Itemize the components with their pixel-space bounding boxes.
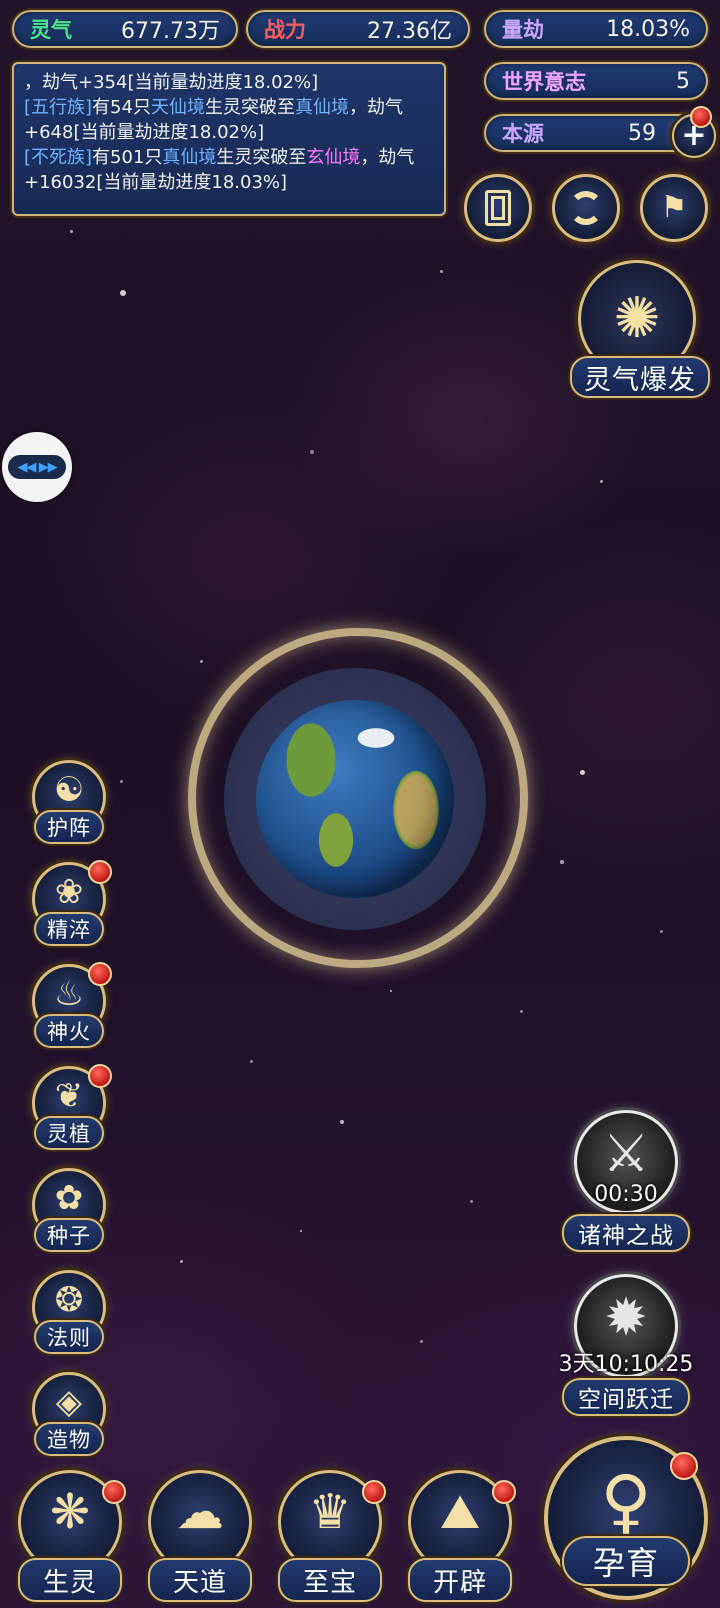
space-jump-button[interactable]: ✹ 3天10:10:25 空间跃迁 bbox=[556, 1274, 696, 1416]
notification-dot bbox=[102, 1480, 126, 1504]
notification-dot bbox=[88, 1064, 112, 1088]
bottom-creatures[interactable]: ❋ 生灵 bbox=[10, 1470, 128, 1608]
bottom-creatures-label: 生灵 bbox=[18, 1558, 122, 1602]
stat-lingqi[interactable]: 灵气 677.73万 bbox=[12, 10, 238, 48]
flag-button[interactable]: ⚑ bbox=[640, 174, 708, 242]
notification-dot bbox=[492, 1480, 516, 1504]
notification-dot bbox=[88, 962, 112, 986]
nurture-button[interactable]: ♀ 孕育 bbox=[540, 1436, 712, 1608]
menu-law[interactable]: ❂ 法则 bbox=[26, 1270, 112, 1366]
yin-yang-icon: ☯ bbox=[53, 770, 85, 810]
bottom-heaven-dao-label: 天道 bbox=[148, 1558, 252, 1602]
notification-dot bbox=[88, 860, 112, 884]
sword-icon: ⚔ bbox=[602, 1124, 650, 1184]
bottom-develop-label: 开辟 bbox=[408, 1558, 512, 1602]
menu-formation-label: 护阵 bbox=[34, 810, 104, 844]
stat-zhanli-value: 27.36亿 bbox=[367, 19, 452, 44]
treasure-icon: ♛ bbox=[308, 1484, 352, 1540]
flower-icon: ✿ bbox=[54, 1178, 84, 1218]
law-mask-icon: ❂ bbox=[54, 1280, 84, 1320]
event-log: ，劫气+354[当前量劫进度18.02%] [五行族]有54只天仙境生灵突破至真… bbox=[12, 62, 446, 216]
cloud-swirl-icon: ☁ bbox=[176, 1484, 224, 1540]
menu-formation[interactable]: ☯ 护阵 bbox=[26, 760, 112, 856]
vortex-button[interactable] bbox=[552, 174, 620, 242]
spirit-burst-label: 灵气爆发 bbox=[570, 356, 710, 398]
menu-divine-fire[interactable]: ♨ 神火 bbox=[26, 962, 112, 1060]
stat-world-will-value: 5 bbox=[676, 68, 690, 94]
bottom-develop[interactable]: ⛰ 开辟 bbox=[400, 1470, 518, 1608]
notification-dot bbox=[670, 1452, 698, 1480]
stat-lingqi-label: 灵气 bbox=[30, 18, 72, 42]
screen-record-button[interactable]: ◀◀ ▶▶ bbox=[2, 432, 72, 502]
bottom-heaven-dao[interactable]: ☁ 天道 bbox=[140, 1470, 258, 1608]
gods-war-timer: 00:30 bbox=[594, 1182, 658, 1207]
menu-spirit-plant[interactable]: ❦ 灵植 bbox=[26, 1064, 112, 1162]
notification-dot bbox=[362, 1480, 386, 1504]
stat-world-will[interactable]: 世界意志 5 bbox=[484, 62, 708, 100]
vortex-icon bbox=[569, 191, 603, 225]
plant-icon: ❦ bbox=[54, 1076, 84, 1116]
log-entry: [不死族]有501只真仙境生灵突破至玄仙境，劫气+16032[当前量劫进度18.… bbox=[24, 147, 415, 193]
menu-seed-label: 种子 bbox=[34, 1218, 104, 1252]
earth-globe bbox=[256, 700, 454, 898]
stat-liangjie[interactable]: 量劫 18.03% bbox=[484, 10, 708, 48]
stat-liangjie-value: 18.03% bbox=[606, 16, 690, 42]
flame-icon: ♨ bbox=[53, 974, 85, 1014]
menu-seed[interactable]: ✿ 种子 bbox=[26, 1168, 112, 1264]
burst-star-icon: ✺ bbox=[613, 286, 661, 351]
mountain-icon: ⛰ bbox=[439, 1484, 481, 1540]
gods-war-label: 诸神之战 bbox=[562, 1214, 690, 1252]
menu-refine[interactable]: ❀ 精淬 bbox=[26, 860, 112, 958]
menu-law-label: 法则 bbox=[34, 1320, 104, 1354]
menu-spirit-plant-label: 灵植 bbox=[34, 1116, 104, 1150]
gods-war-button[interactable]: ⚔ 00:30 诸神之战 bbox=[556, 1110, 696, 1252]
stat-lingqi-value: 677.73万 bbox=[121, 19, 220, 44]
stat-benyuan-value: 59 bbox=[628, 120, 656, 146]
log-entry: [五行族]有54只天仙境生灵突破至真仙境，劫气+648[当前量劫进度18.02%… bbox=[24, 97, 403, 143]
record-icon: ◀◀ ▶▶ bbox=[8, 455, 66, 479]
card-icon bbox=[485, 190, 511, 226]
stat-zhanli[interactable]: 战力 27.36亿 bbox=[246, 10, 470, 48]
spirit-burst-button[interactable]: ✺ 灵气爆发 bbox=[570, 260, 710, 400]
benyuan-notification-dot bbox=[690, 106, 712, 128]
space-jump-label: 空间跃迁 bbox=[562, 1378, 690, 1416]
wormhole-icon: ✹ bbox=[604, 1288, 648, 1348]
goddess-icon: ♀ bbox=[600, 1460, 652, 1542]
menu-creation[interactable]: ◈ 造物 bbox=[26, 1372, 112, 1468]
lotus-icon: ❀ bbox=[54, 872, 84, 912]
card-button[interactable] bbox=[464, 174, 532, 242]
bottom-treasure-label: 至宝 bbox=[278, 1558, 382, 1602]
diamond-icon: ◈ bbox=[55, 1382, 83, 1422]
stat-liangjie-label: 量劫 bbox=[502, 18, 544, 42]
stat-zhanli-label: 战力 bbox=[264, 18, 306, 42]
menu-divine-fire-label: 神火 bbox=[34, 1014, 104, 1048]
space-jump-timer: 3天10:10:25 bbox=[558, 1352, 694, 1377]
menu-creation-label: 造物 bbox=[34, 1422, 104, 1456]
bottom-treasure[interactable]: ♛ 至宝 bbox=[270, 1470, 388, 1608]
nurture-label: 孕育 bbox=[562, 1536, 690, 1586]
stat-benyuan-label: 本源 bbox=[502, 122, 544, 146]
menu-refine-label: 精淬 bbox=[34, 912, 104, 946]
phoenix-icon: ❋ bbox=[49, 1484, 91, 1540]
flag-icon: ⚑ bbox=[660, 190, 688, 225]
log-line: ，劫气+354[当前量劫进度18.02%] bbox=[24, 72, 319, 93]
stat-world-will-label: 世界意志 bbox=[502, 70, 586, 94]
world-planet[interactable] bbox=[188, 628, 528, 968]
